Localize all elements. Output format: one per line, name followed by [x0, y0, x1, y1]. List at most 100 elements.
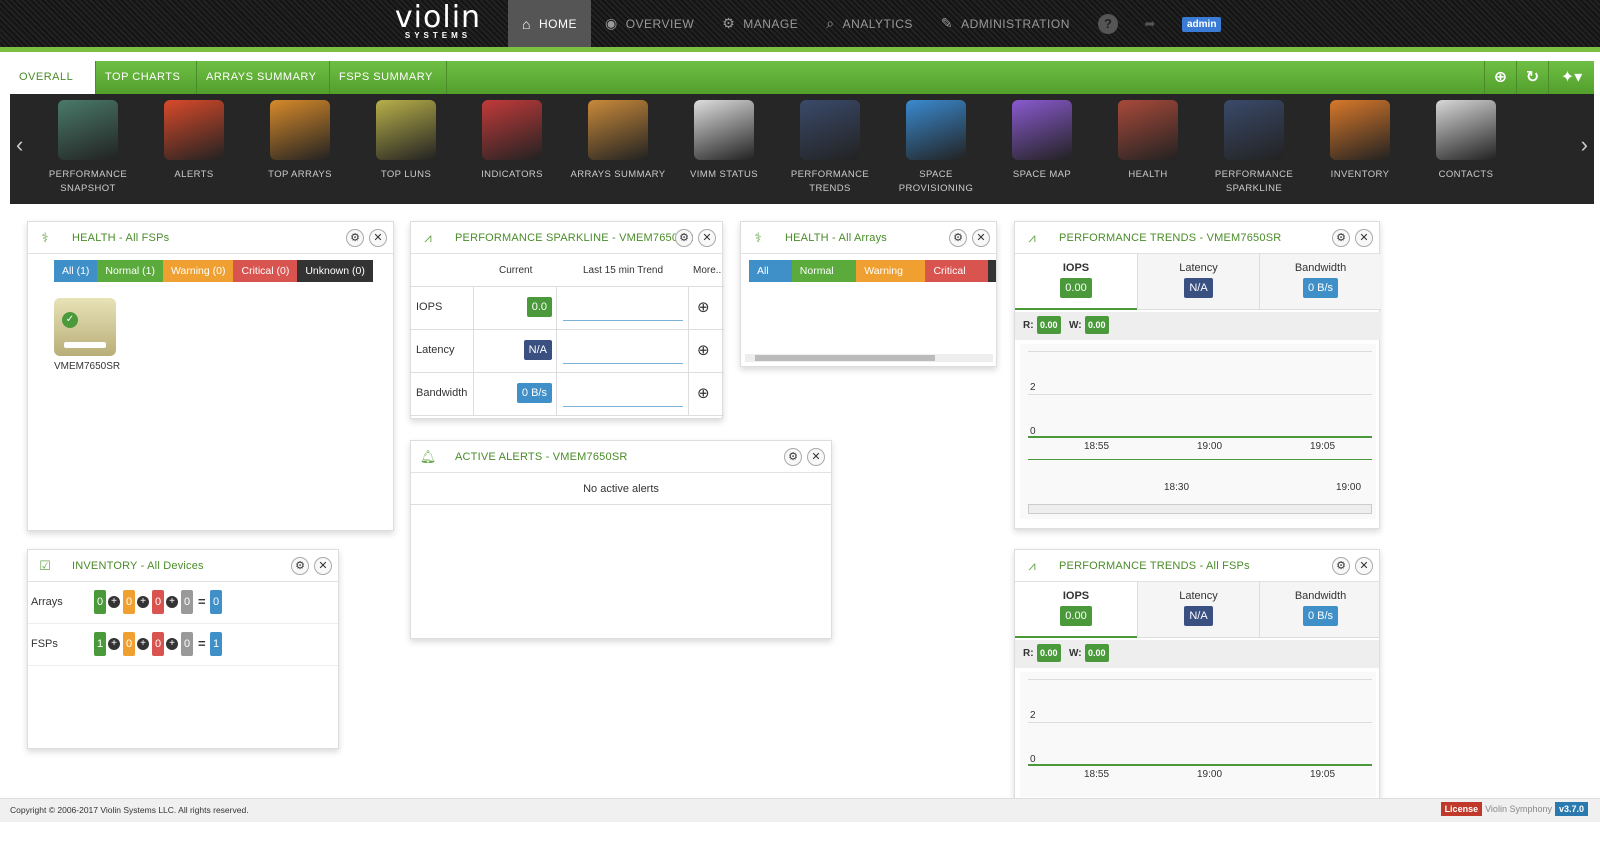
filter-normal[interactable]: Normal (0) [791, 260, 857, 293]
filter-critical[interactable]: Critical (0) [233, 260, 298, 282]
tile-icon [906, 100, 966, 160]
nav-manage[interactable]: ⚙ MANAGE [708, 0, 812, 47]
user-badge[interactable]: admin [1182, 16, 1222, 32]
gear-icon[interactable]: ⚙ [1332, 229, 1350, 247]
tab-tools: ⊕ ↻ ✦▾ [1484, 61, 1594, 94]
count-badge[interactable]: 1 [94, 632, 107, 656]
y-tick: 0 [1030, 426, 1036, 437]
count-badge[interactable]: 0 [152, 632, 165, 656]
row-label: Arrays [31, 596, 63, 608]
count-badge[interactable]: 0 [181, 632, 194, 656]
metric-tab-latency[interactable]: Latency N/A [1137, 254, 1259, 310]
nav-home[interactable]: ⌂ HOME [508, 0, 591, 47]
metric-tab-bandwidth[interactable]: Bandwidth 0 B/s [1259, 254, 1381, 310]
nav-overview[interactable]: ◉ OVERVIEW [591, 0, 708, 47]
metric-value: 0 B/s [1302, 278, 1339, 298]
gear-icon[interactable]: ⚙ [1332, 557, 1350, 575]
nav-analytics[interactable]: ⌕ ANALYTICS [812, 0, 927, 47]
metric-tab-latency[interactable]: Latency N/A [1137, 582, 1259, 638]
plus-icon: + [137, 596, 149, 608]
filter-all[interactable]: All (1) [54, 260, 98, 282]
close-icon[interactable]: ✕ [1355, 557, 1373, 575]
count-badge[interactable]: 0 [123, 590, 136, 614]
tile-7[interactable]: PERFORMANCE TRENDS [778, 100, 882, 196]
tile-10[interactable]: HEALTH [1096, 100, 1200, 182]
help-icon[interactable]: ? [1098, 14, 1118, 34]
zoom-icon[interactable]: ⊕ [697, 298, 710, 316]
inventory-row: FSPs 1 +0 +0 +0 = 1 [28, 624, 338, 666]
tile-6[interactable]: VIMM STATUS [672, 100, 776, 182]
device-icon[interactable]: ✓ [54, 298, 116, 356]
count-badge[interactable]: 0 [152, 590, 165, 614]
stethoscope-icon: ⚕ [41, 229, 49, 245]
tile-8[interactable]: SPACE PROVISIONING [884, 100, 988, 196]
gear-icon[interactable]: ⚙ [949, 229, 967, 247]
gear-icon[interactable]: ⚙ [675, 229, 693, 247]
zoom-icon[interactable]: ⊕ [697, 384, 710, 402]
tile-3[interactable]: TOP LUNS [354, 100, 458, 182]
license-button[interactable]: License [1440, 802, 1483, 816]
close-icon[interactable]: ✕ [369, 229, 387, 247]
nav-administration[interactable]: ✎ ADMINISTRATION [927, 0, 1084, 47]
tile-5[interactable]: ARRAYS SUMMARY [566, 100, 670, 182]
navigator-scrollbar[interactable] [1028, 504, 1372, 514]
filter-unknown[interactable]: Unknown (0) [297, 260, 373, 282]
nav-tick: 18:30 [1164, 482, 1190, 493]
tile-2[interactable]: TOP ARRAYS [248, 100, 352, 182]
add-widget-icon[interactable]: ⊕ [1484, 61, 1516, 94]
gear-icon[interactable]: ⚙ [784, 448, 802, 466]
inventory-row: Arrays 0 +0 +0 +0 = 0 [28, 582, 338, 624]
tile-label: TOP ARRAYS [268, 169, 332, 180]
filter-all[interactable]: All (0) [749, 260, 792, 293]
zoom-icon[interactable]: ⊕ [697, 341, 710, 359]
count-badge[interactable]: 0 [123, 632, 136, 656]
tile-label: VIMM STATUS [690, 169, 758, 180]
plus-icon: + [108, 596, 120, 608]
tile-13[interactable]: CONTACTS [1414, 100, 1518, 182]
refresh-icon[interactable]: ↻ [1516, 61, 1548, 94]
gear-icon[interactable]: ⚙ [346, 229, 364, 247]
empty-message: No active alerts [411, 473, 831, 505]
count-badge[interactable]: 0 [94, 590, 107, 614]
magic-wand-icon[interactable]: ✦▾ [1548, 61, 1594, 94]
close-icon[interactable]: ✕ [1355, 229, 1373, 247]
tab-fsps-summary[interactable]: FSPS SUMMARY [330, 61, 447, 94]
filter-critical[interactable]: Critical (0) [925, 260, 989, 293]
tab-arrays-summary[interactable]: ARRAYS SUMMARY [197, 61, 330, 94]
close-icon[interactable]: ✕ [972, 229, 990, 247]
gear-icon[interactable]: ⚙ [291, 557, 309, 575]
close-icon[interactable]: ✕ [807, 448, 825, 466]
total-badge[interactable]: 0 [210, 590, 223, 614]
tile-0[interactable]: PERFORMANCE SNAPSHOT [36, 100, 140, 196]
brand-logo[interactable]: violin SYSTEMS [388, 3, 488, 44]
tile-9[interactable]: SPACE MAP [990, 100, 1094, 182]
plus-icon: + [166, 596, 178, 608]
metric-tab-iops[interactable]: IOPS 0.00 [1015, 254, 1137, 310]
close-icon[interactable]: ✕ [698, 229, 716, 247]
tile-12[interactable]: INVENTORY [1308, 100, 1412, 182]
chevron-left-icon[interactable]: ‹ [16, 132, 23, 158]
close-icon[interactable]: ✕ [314, 557, 332, 575]
count-badge[interactable]: 0 [181, 590, 194, 614]
chart-navigator[interactable]: 18:30 19:00 [1028, 459, 1372, 514]
tile-11[interactable]: PERFORMANCE SPARKLINE [1202, 100, 1306, 196]
horizontal-scrollbar[interactable] [745, 354, 993, 362]
total-badge[interactable]: 1 [210, 632, 223, 656]
device-label[interactable]: VMEM7650SR [54, 361, 120, 372]
tab-top-charts[interactable]: TOP CHARTS [96, 61, 197, 94]
metric-tab-iops[interactable]: IOPS 0.00 [1015, 582, 1137, 638]
filter-normal[interactable]: Normal (1) [97, 260, 164, 282]
chevron-right-icon[interactable]: › [1581, 132, 1588, 158]
filter-warning[interactable]: Warning (0) [163, 260, 234, 282]
tile-1[interactable]: ALERTS [142, 100, 246, 182]
tile-4[interactable]: INDICATORS [460, 100, 564, 182]
tile-icon [694, 100, 754, 160]
copyright: Copyright © 2006-2017 Violin Systems LLC… [10, 805, 249, 815]
share-icon[interactable]: ➦ [1140, 14, 1160, 34]
x-tick: 19:00 [1197, 769, 1223, 780]
tile-icon [270, 100, 330, 160]
tab-overall[interactable]: OVERALL [10, 61, 96, 94]
home-icon: ⌂ [522, 15, 531, 32]
metric-tab-bandwidth[interactable]: Bandwidth 0 B/s [1259, 582, 1379, 638]
filter-warning[interactable]: Warning (0) [856, 260, 926, 293]
